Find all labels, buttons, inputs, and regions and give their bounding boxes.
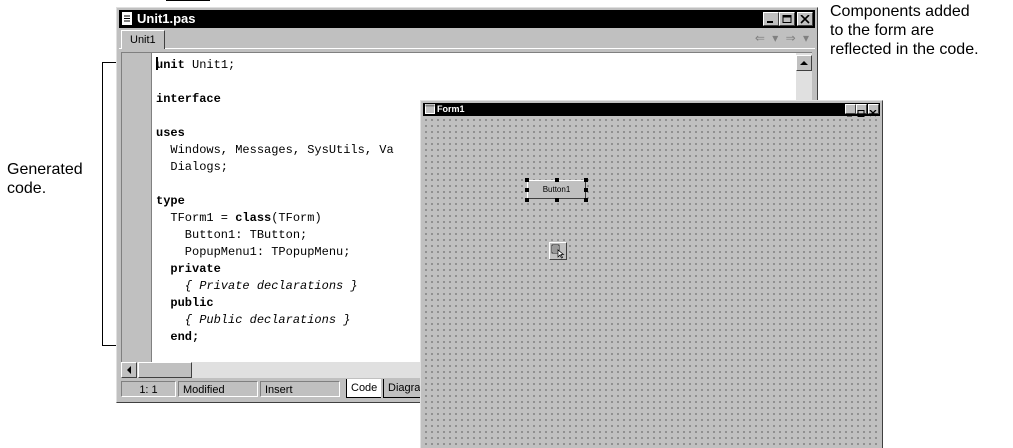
form-title: Form1 (437, 104, 465, 114)
selection-handle[interactable] (584, 198, 588, 202)
form-designer-window: Form1 Button1 (420, 100, 883, 448)
editor-gutter (122, 53, 152, 362)
annotation-line: to the form are (830, 22, 935, 39)
callout-line (166, 0, 210, 1)
close-button[interactable] (797, 12, 813, 26)
history-nav-arrows[interactable]: ⇐ ▾ ⇒ ▾ (755, 31, 811, 45)
form-minimize-button[interactable] (845, 104, 856, 117)
minimize-icon (767, 21, 773, 23)
code-line: Button1: TButton; (156, 228, 308, 242)
maximize-button[interactable] (779, 12, 795, 26)
selection-handle[interactable] (584, 188, 588, 192)
selection-handle[interactable] (555, 178, 559, 182)
code-token: TForm1 = (156, 211, 236, 225)
tab-code[interactable]: Code (346, 379, 382, 398)
code-line: interface (156, 92, 221, 106)
selection-handle[interactable] (525, 188, 529, 192)
scroll-left-button[interactable] (121, 362, 137, 378)
form-titlebar[interactable]: Form1 (423, 103, 880, 117)
maximize-icon (782, 15, 792, 23)
selection-handle[interactable] (525, 178, 529, 182)
code-comment: { Public declarations } (156, 313, 351, 327)
scroll-up-button[interactable] (796, 55, 812, 71)
source-code[interactable]: unit Unit1; interface uses Windows, Mess… (156, 57, 394, 346)
tab-unit1[interactable]: Unit1 (121, 30, 165, 49)
editor-titlebar[interactable]: Unit1.pas (119, 10, 815, 28)
form-close-button[interactable] (868, 104, 879, 117)
selection-handle[interactable] (525, 198, 529, 202)
annotation-generated-code: Generated code. (7, 160, 83, 198)
selection-handle[interactable] (584, 178, 588, 182)
modified-status: Modified (178, 381, 258, 397)
cursor-position: 1: 1 (121, 381, 176, 397)
code-line: end; (156, 330, 200, 344)
code-comment: { Private declarations } (156, 279, 358, 293)
code-line: Windows, Messages, SysUtils, Va (156, 143, 394, 157)
code-token: class (235, 211, 272, 225)
code-line: PopupMenu1: TPopupMenu; (156, 245, 351, 259)
code-token: (TForm) (271, 211, 322, 225)
code-token: Unit1; (184, 58, 236, 72)
form-maximize-button[interactable] (856, 104, 867, 117)
code-token: unit (156, 58, 185, 72)
annotation-line: reflected in the code. (830, 41, 979, 58)
popup-menu-component[interactable] (549, 242, 567, 260)
code-line: uses (156, 126, 185, 140)
arrow-left-icon (127, 366, 131, 374)
minimize-button[interactable] (763, 12, 779, 26)
form-button1[interactable]: Button1 (527, 180, 586, 199)
annotation-components-added: Components added to the form are reflect… (830, 2, 1012, 59)
code-line: type (156, 194, 185, 208)
form-design-grid[interactable]: Button1 (423, 117, 880, 448)
annotation-line: code. (7, 180, 47, 197)
selection-handle[interactable] (555, 198, 559, 202)
form-icon (425, 104, 435, 114)
insert-mode-status: Insert (260, 381, 340, 397)
bracket-line (102, 62, 103, 345)
annotation-line: Generated (7, 161, 83, 178)
editor-tabstrip: Unit1 ⇐ ▾ ⇒ ▾ (119, 28, 815, 49)
close-icon (800, 15, 810, 24)
scroll-thumb[interactable] (138, 362, 192, 378)
document-icon (122, 12, 132, 25)
arrow-up-icon (800, 61, 808, 65)
popup-menu-icon (551, 244, 565, 259)
annotation-line: Components added (830, 3, 970, 20)
code-line: Dialogs; (156, 160, 229, 174)
editor-title: Unit1.pas (137, 11, 196, 26)
code-line: public (156, 296, 214, 310)
code-line: private (156, 262, 221, 276)
